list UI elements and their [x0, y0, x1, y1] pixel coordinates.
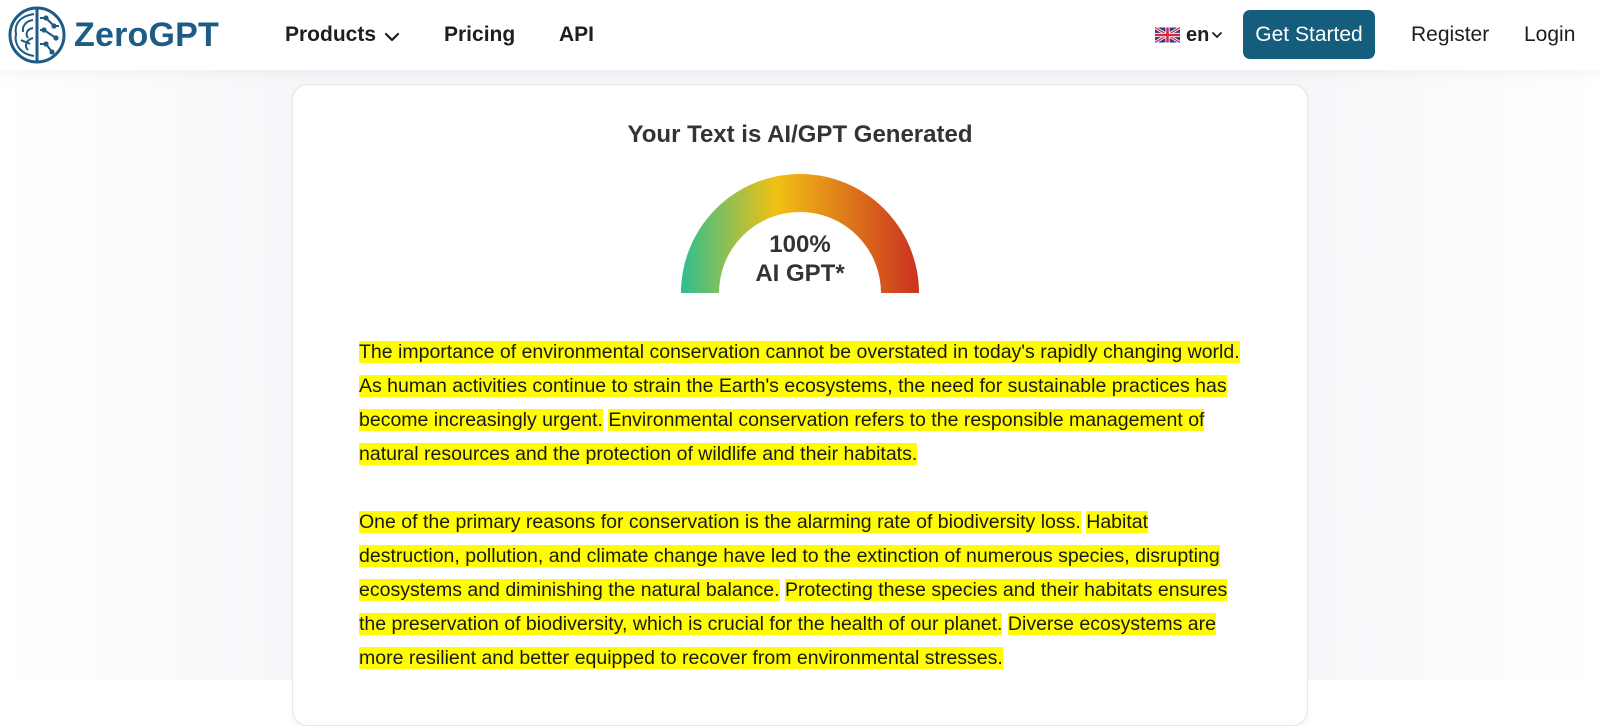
nav-api-link[interactable]: API [559, 0, 594, 70]
top-navigation-bar: ZeroGPT Products Pricing API en Get Star… [0, 0, 1600, 70]
language-code: en [1186, 23, 1210, 46]
get-started-button[interactable]: Get Started [1243, 10, 1375, 59]
result-title: Your Text is AI/GPT Generated [627, 121, 973, 148]
text-paragraph: One of the primary reasons for conservat… [359, 505, 1249, 675]
text-paragraph: The importance of environmental conserva… [359, 335, 1249, 471]
gauge-percent: 100% [769, 231, 831, 258]
result-card: Your Text is AI/GPT Generated 100% AI GP… [292, 84, 1308, 726]
gauge-label: AI GPT* [755, 260, 845, 287]
register-link[interactable]: Register [1411, 0, 1489, 70]
uk-flag-icon [1155, 27, 1186, 43]
highlighted-sentence: One of the primary reasons for conservat… [359, 511, 1081, 533]
ai-score-gauge: 100% AI GPT* [680, 173, 920, 298]
nav-pricing-link[interactable]: Pricing [444, 0, 515, 70]
language-selector[interactable]: en [1155, 0, 1223, 70]
nav-products-dropdown[interactable]: Products [285, 0, 400, 70]
analyzed-text: The importance of environmental conserva… [359, 335, 1249, 709]
brand-logo-link[interactable]: ZeroGPT [6, 4, 219, 66]
login-link[interactable]: Login [1524, 0, 1575, 70]
nav-products-label: Products [285, 23, 377, 46]
brain-logo-icon [6, 4, 68, 66]
chevron-down-icon [1209, 24, 1223, 47]
chevron-down-icon [384, 27, 400, 43]
brand-name: ZeroGPT [74, 15, 219, 54]
